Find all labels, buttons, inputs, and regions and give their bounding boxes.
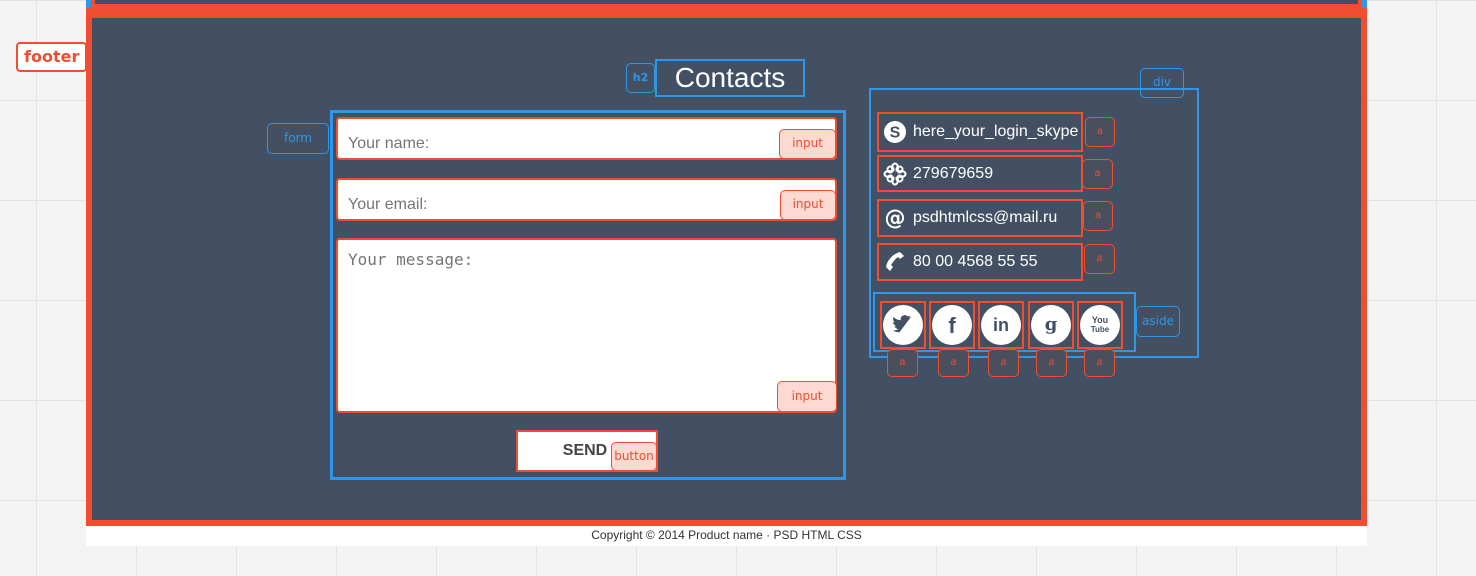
google-icon: g: [1031, 305, 1071, 345]
contacts-heading: Contacts: [655, 59, 805, 97]
icq-link[interactable]: 279679659: [877, 155, 1083, 192]
a-tag: a: [1082, 159, 1113, 189]
phone-icon: [883, 250, 907, 274]
a-tag: a: [887, 349, 918, 377]
linkedin-link[interactable]: in: [978, 301, 1024, 349]
a-tag: a: [1084, 349, 1115, 377]
input-tag: input: [780, 190, 836, 220]
a-tag: a: [1084, 244, 1115, 274]
email-input[interactable]: [336, 178, 837, 221]
contact-text: 279679659: [913, 164, 994, 182]
h2-tag: h2: [626, 63, 655, 93]
input-tag: input: [777, 381, 837, 412]
svg-text:g: g: [1045, 314, 1058, 335]
svg-text:You: You: [1092, 315, 1108, 325]
twitter-link[interactable]: [880, 301, 926, 349]
phone-link[interactable]: 80 00 4568 55 55: [877, 243, 1083, 281]
linkedin-icon: in: [981, 305, 1021, 345]
skype-icon: S: [883, 120, 907, 144]
at-sign-icon: @: [883, 206, 907, 230]
youtube-icon: You Tube: [1080, 305, 1120, 345]
a-tag: a: [1083, 201, 1113, 231]
facebook-icon: f: [932, 305, 972, 345]
footer-tag: footer: [16, 42, 88, 72]
facebook-link[interactable]: f: [929, 301, 975, 349]
form-tag: form: [267, 123, 329, 154]
div-tag: div: [1140, 68, 1184, 98]
header-section: [86, 0, 1367, 12]
contact-text: here_your_login_skype: [913, 123, 1079, 140]
twitter-icon: [883, 305, 923, 345]
contact-text: psdhtmlcss@mail.ru: [913, 209, 1058, 226]
a-tag: a: [1085, 117, 1115, 147]
email-link[interactable]: @ psdhtmlcss@mail.ru: [877, 199, 1083, 237]
message-input[interactable]: [336, 238, 837, 413]
youtube-link[interactable]: You Tube: [1077, 301, 1123, 349]
a-tag: a: [988, 349, 1019, 377]
a-tag: a: [938, 349, 969, 377]
name-input[interactable]: [336, 117, 837, 160]
a-tag: a: [1036, 349, 1067, 377]
aside-tag: aside: [1136, 306, 1180, 337]
svg-text:@: @: [885, 206, 906, 230]
google-link[interactable]: g: [1028, 301, 1074, 349]
svg-text:Tube: Tube: [1091, 325, 1110, 334]
input-tag: input: [779, 129, 836, 159]
icq-flower-icon: [883, 162, 907, 186]
copyright-text: Copyright © 2014 Product name · PSD HTML…: [86, 526, 1367, 546]
svg-text:S: S: [890, 125, 901, 142]
skype-link[interactable]: S here_your_login_skype: [877, 112, 1083, 152]
button-tag: button: [611, 442, 657, 471]
svg-text:f: f: [948, 313, 956, 337]
svg-text:in: in: [993, 315, 1009, 335]
contact-text: 80 00 4568 55 55: [913, 253, 1038, 270]
